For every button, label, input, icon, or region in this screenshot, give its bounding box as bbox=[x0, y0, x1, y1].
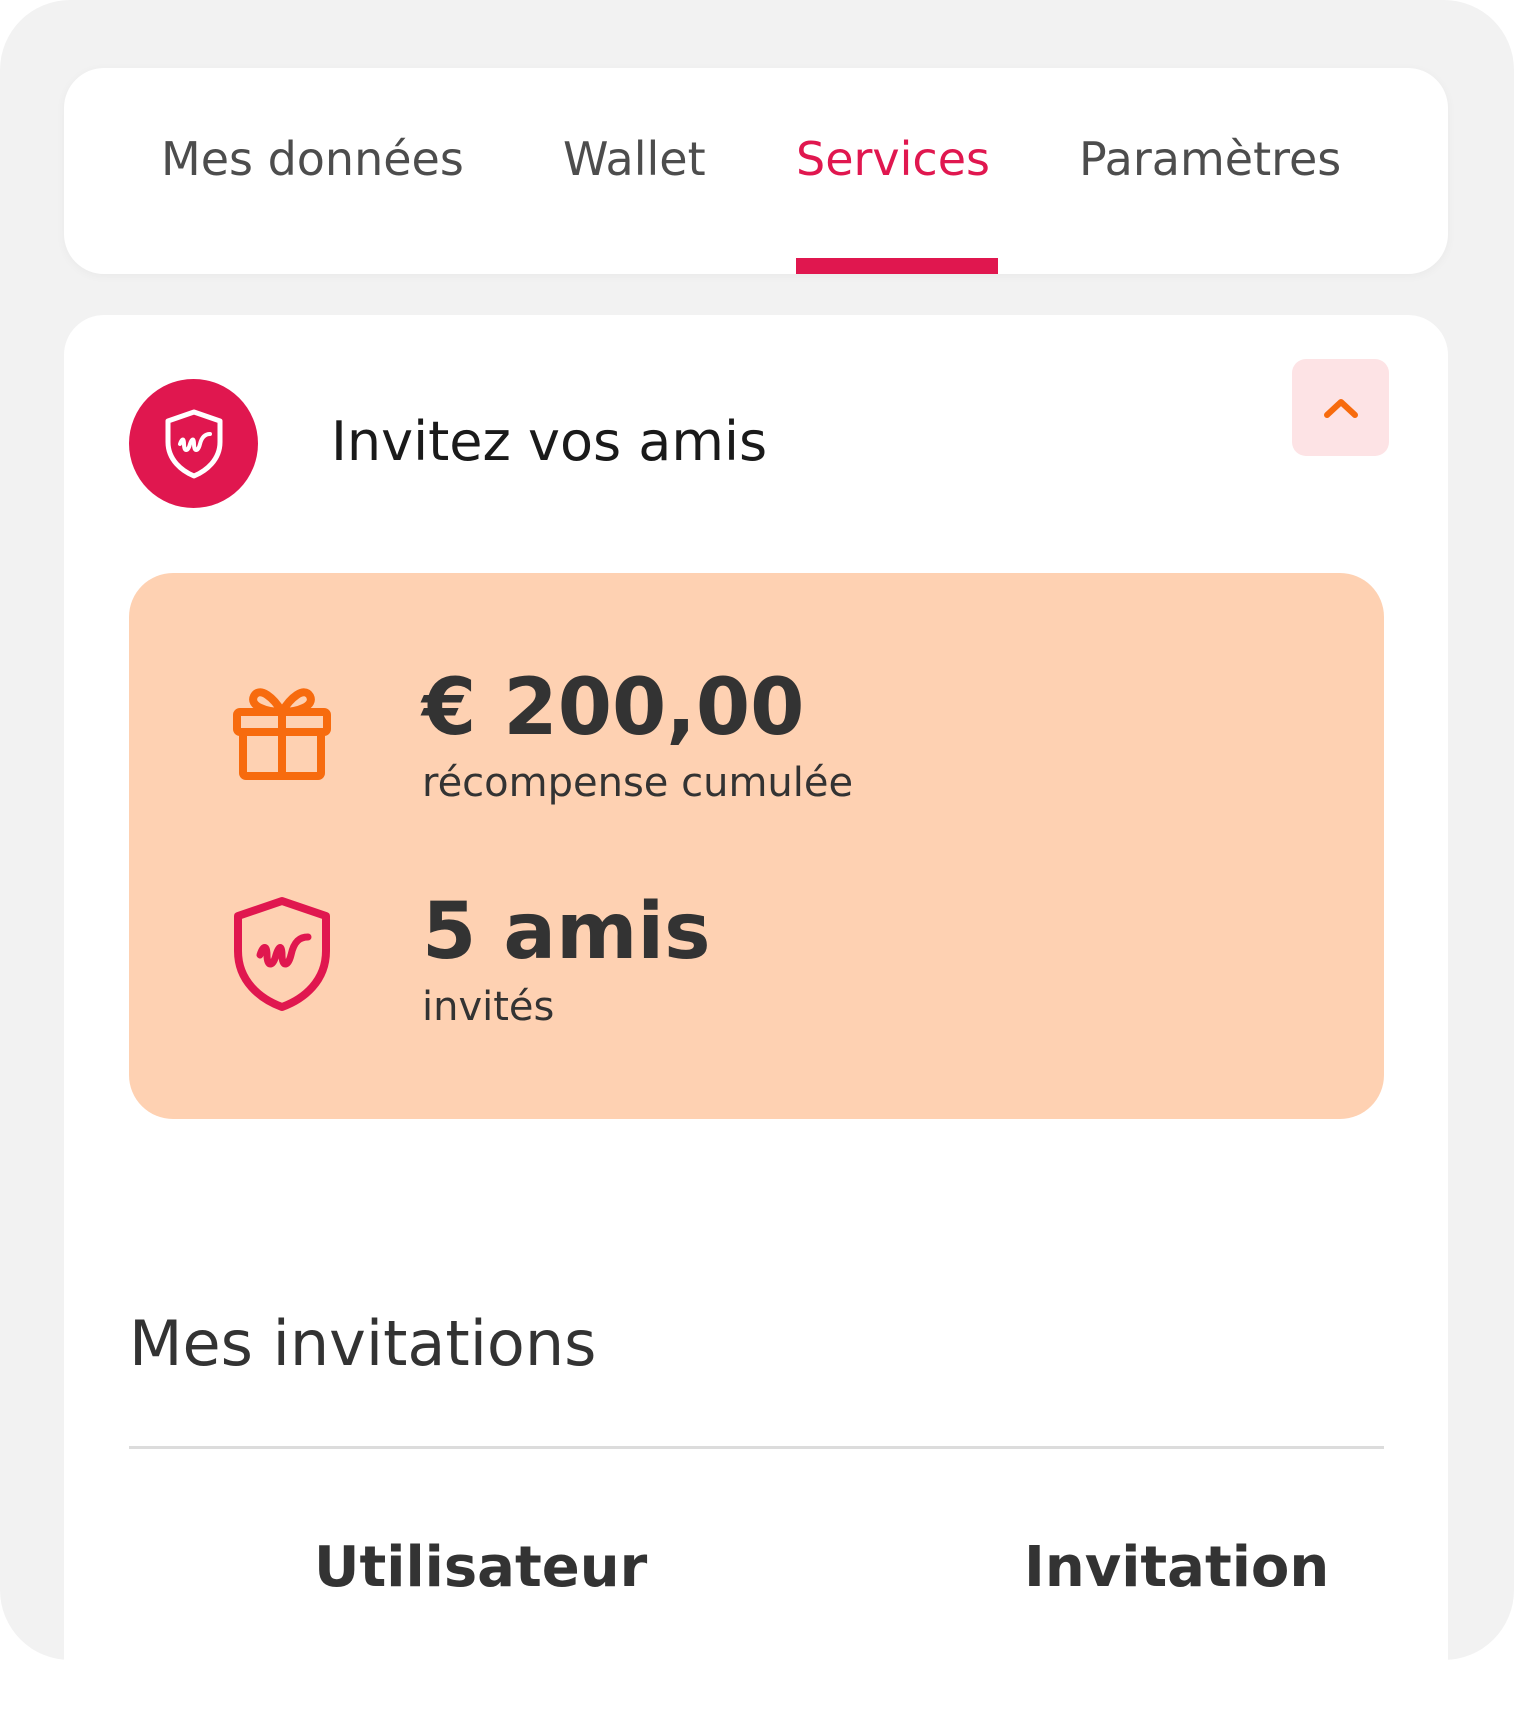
tab-mes-donnees[interactable]: Mes données bbox=[161, 136, 464, 182]
reward-label: récompense cumulée bbox=[422, 760, 854, 806]
active-tab-indicator bbox=[796, 258, 998, 274]
section-title: Invitez vos amis bbox=[331, 410, 768, 473]
invitations-title: Mes invitations bbox=[129, 1307, 597, 1380]
stats-panel bbox=[129, 573, 1384, 1119]
tab-services[interactable]: Services bbox=[796, 136, 990, 182]
chevron-up-icon bbox=[1323, 398, 1358, 418]
column-header-invitation: Invitation bbox=[1024, 1535, 1330, 1600]
friends-label: invités bbox=[422, 984, 555, 1030]
column-header-utilisateur: Utilisateur bbox=[314, 1535, 648, 1600]
shield-w-icon bbox=[165, 409, 222, 478]
gift-icon bbox=[233, 688, 331, 780]
divider bbox=[129, 1446, 1384, 1449]
friends-count: 5 amis bbox=[422, 887, 711, 977]
collapse-button[interactable] bbox=[1292, 359, 1389, 456]
section-badge bbox=[129, 379, 258, 508]
shield-w-icon bbox=[234, 897, 330, 1011]
tab-wallet[interactable]: Wallet bbox=[563, 136, 706, 182]
tab-parametres[interactable]: Paramètres bbox=[1079, 136, 1341, 182]
reward-amount: € 200,00 bbox=[422, 663, 805, 753]
